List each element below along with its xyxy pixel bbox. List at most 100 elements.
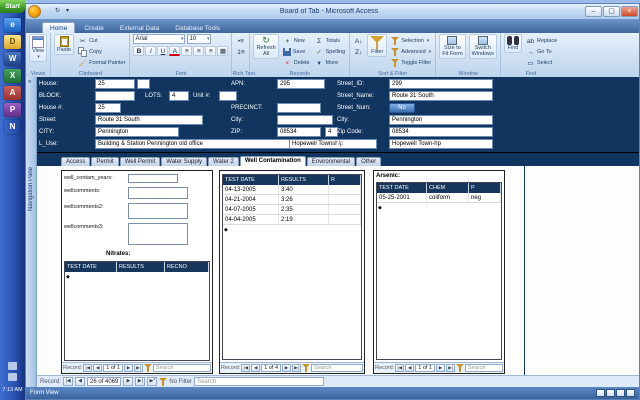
gridlines-button[interactable]: ▦ — [217, 46, 228, 56]
column-header[interactable]: TEST DATE — [65, 262, 117, 272]
wellcomments-field[interactable] — [128, 187, 188, 199]
filter-indicator-icon[interactable] — [456, 364, 464, 372]
next-record-button[interactable]: ▶ — [124, 364, 133, 372]
size-to-fit-form-button[interactable]: Size to Fit Form — [439, 34, 465, 59]
tab-database-tools[interactable]: Database Tools — [168, 23, 227, 33]
form-tab-environmental[interactable]: Environmental — [307, 157, 355, 166]
internet-explorer-icon[interactable]: e — [4, 18, 21, 32]
last-record-button[interactable]: ▶| — [134, 364, 143, 372]
toggle-filter-button[interactable]: Toggle Filter — [390, 58, 432, 68]
qat-dropdown-icon[interactable]: ▾ — [63, 7, 72, 16]
bullets-button[interactable]: •≡ — [235, 36, 246, 46]
table-row[interactable]: 05-25-2001 coliform neg — [377, 193, 501, 203]
tray-icon[interactable] — [8, 373, 17, 381]
access-icon[interactable]: A — [4, 86, 21, 100]
powerpoint-icon[interactable]: P — [4, 103, 21, 117]
form-view-button[interactable] — [596, 389, 605, 397]
filter-indicator-icon[interactable] — [159, 378, 167, 386]
next-record-button[interactable]: ▶ — [123, 377, 133, 386]
well-contam-years-field[interactable] — [128, 174, 178, 183]
paste-button[interactable]: Paste — [54, 34, 74, 55]
first-record-button[interactable]: |◀ — [241, 364, 250, 372]
design-view-button[interactable] — [626, 389, 635, 397]
city-upper-field[interactable]: Pennington — [95, 127, 179, 137]
form-tab-access[interactable]: Access — [61, 157, 90, 166]
qat-undo-icon[interactable]: ↻ — [53, 7, 62, 16]
wellcomments3-field[interactable] — [128, 223, 188, 245]
qat-save-icon[interactable] — [43, 7, 52, 16]
close-button[interactable]: × — [621, 6, 638, 17]
column-header[interactable]: TEST DATE — [223, 175, 279, 185]
spelling-button[interactable]: ✓ Spelling — [314, 47, 347, 57]
select-button[interactable]: ▭ Select — [525, 58, 558, 68]
datasheet-view-button[interactable] — [606, 389, 615, 397]
street-field[interactable]: Route 31 South — [95, 115, 203, 125]
align-center-button[interactable]: ≡ — [193, 46, 204, 56]
form-tab-water-supply[interactable]: Water Supply — [161, 157, 207, 166]
previous-record-button[interactable]: ◀ — [75, 377, 85, 386]
city-right-field[interactable]: Pennington — [389, 115, 493, 125]
last-record-button[interactable]: ▶| — [446, 364, 455, 372]
font-name-combo[interactable]: Arial ▾ — [133, 34, 185, 44]
previous-record-button[interactable]: ◀ — [93, 364, 102, 372]
column-header[interactable]: TEST DATE — [377, 183, 427, 193]
house-num-field[interactable]: 25 — [95, 103, 121, 113]
filter-button[interactable]: Filter — [367, 34, 387, 57]
wellcomments2-field[interactable] — [128, 203, 188, 219]
city-mid-field[interactable] — [277, 115, 333, 125]
switch-windows-button[interactable]: Switch Windows — [469, 34, 497, 59]
municipality-field[interactable]: Hopewell Town-hp — [389, 139, 493, 149]
next-record-button[interactable]: ▶ — [436, 364, 445, 372]
totals-button[interactable]: Σ Totals — [314, 36, 347, 46]
house-field[interactable]: 25 — [95, 79, 135, 89]
my-documents-icon[interactable]: D — [4, 35, 21, 49]
form-tab-other[interactable]: Other — [356, 157, 381, 166]
sort-ascending-button[interactable]: A↓ — [353, 36, 364, 46]
table-row[interactable]: 04-13-2005 3:40 — [223, 185, 361, 195]
filter-indicator-icon[interactable] — [302, 364, 310, 372]
refresh-all-button[interactable]: ↻ Refresh All — [253, 34, 278, 59]
street-name-field[interactable]: Route 31 South — [389, 91, 493, 101]
view-button[interactable]: View ▾ — [29, 34, 47, 62]
copy-button[interactable]: Copy — [77, 47, 126, 57]
tray-icon[interactable] — [8, 362, 17, 370]
save-record-button[interactable]: Save — [282, 47, 311, 57]
record-search-input[interactable]: Search — [194, 377, 324, 386]
office-button-icon[interactable] — [28, 5, 41, 18]
minimize-button[interactable]: – — [585, 6, 602, 17]
bold-button[interactable]: B — [133, 46, 144, 56]
lots-field[interactable]: 4 — [169, 91, 189, 101]
word-icon[interactable]: W — [4, 52, 21, 66]
tab-external-data[interactable]: External Data — [113, 23, 166, 33]
table-row[interactable]: 04-04-2005 2:19 — [223, 215, 361, 225]
precinct-field[interactable] — [277, 103, 321, 113]
record-search-input[interactable]: Search — [153, 364, 211, 372]
navigation-pane-collapsed[interactable]: » Navigation Pane — [26, 77, 37, 387]
column-header[interactable]: RESULTS — [279, 175, 329, 185]
first-record-button[interactable]: |◀ — [83, 364, 92, 372]
next-record-button[interactable]: ▶ — [282, 364, 291, 372]
layout-view-button[interactable] — [616, 389, 625, 397]
previous-record-button[interactable]: ◀ — [405, 364, 414, 372]
first-record-button[interactable]: |◀ — [63, 377, 73, 386]
italic-button[interactable]: I — [145, 46, 156, 56]
tab-home[interactable]: Home — [42, 22, 75, 33]
sort-descending-button[interactable]: Z↓ — [353, 47, 364, 57]
cut-button[interactable]: ✂ Cut — [77, 36, 126, 46]
street-id-field[interactable]: 299 — [389, 79, 493, 89]
zip-code-field[interactable]: 08534 — [389, 127, 493, 137]
form-tab-well-permit[interactable]: Well Permit — [120, 157, 161, 166]
last-record-button[interactable]: ▶| — [135, 377, 145, 386]
selection-button[interactable]: Selection ▾ — [390, 36, 432, 46]
record-search-input[interactable]: Search — [311, 364, 363, 372]
advanced-button[interactable]: Advanced ▾ — [390, 47, 432, 57]
apn-field[interactable]: 295 — [277, 79, 325, 89]
column-header[interactable]: RESULTS — [117, 262, 165, 272]
column-header[interactable]: R — [329, 175, 361, 185]
notepad-icon[interactable]: N — [4, 120, 21, 134]
new-record-button[interactable]: ▶* — [147, 377, 157, 386]
form-tab-well-contamination[interactable]: Well Contamination — [240, 156, 306, 166]
street-num-button[interactable]: No — [389, 103, 415, 113]
column-header[interactable]: RECNO — [165, 262, 209, 272]
zip-field[interactable]: 08534 — [277, 127, 321, 137]
